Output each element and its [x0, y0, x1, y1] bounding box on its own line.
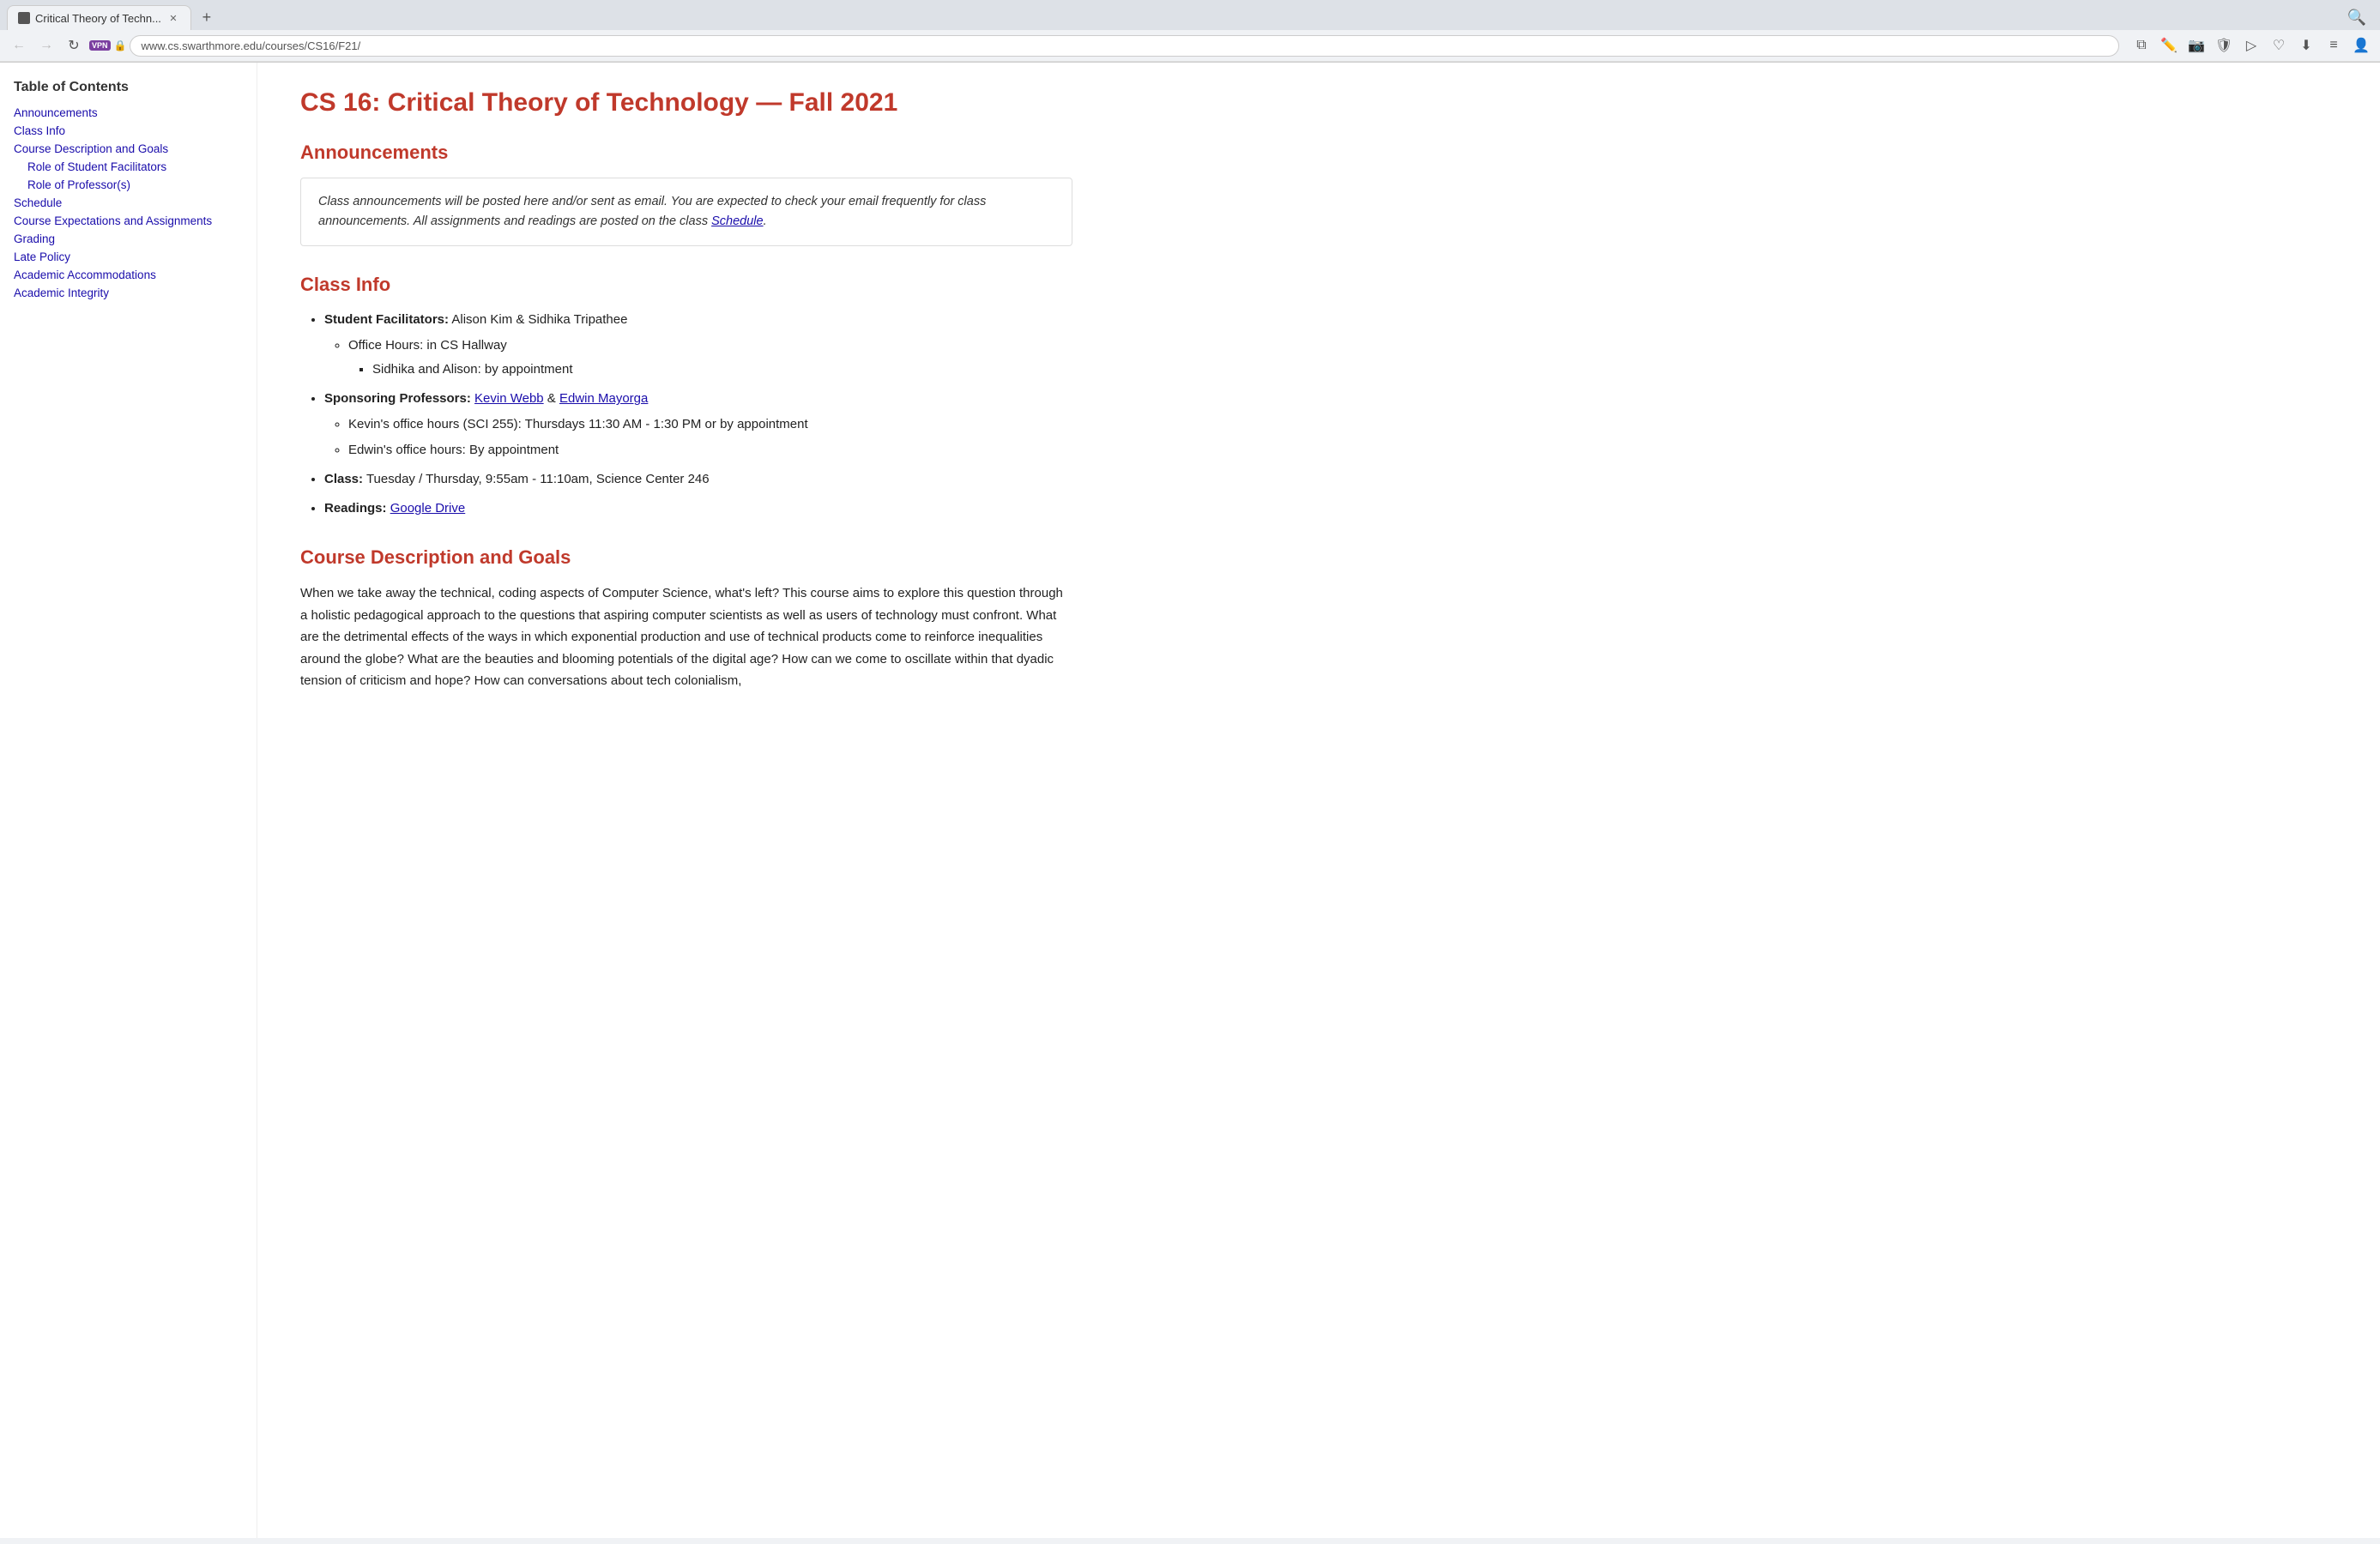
readings-label: Readings: [324, 501, 387, 516]
page-layout: Table of Contents Announcements Class In… [0, 63, 2380, 1538]
class-item: Class: Tuesday / Thursday, 9:55am - 11:1… [324, 469, 1072, 490]
play-icon[interactable]: ▷ [2239, 33, 2263, 57]
kevin-hours-item: Kevin's office hours (SCI 255): Thursday… [348, 414, 1072, 435]
coursedesc-heading: Course Description and Goals [300, 546, 1072, 569]
nav-bar: ← → ↻ VPN 🔒 www.cs.swarthmore.edu/course… [0, 30, 2380, 62]
toc-item-coursedesc[interactable]: Course Description and Goals Role of Stu… [14, 142, 243, 192]
tab-favicon [18, 12, 30, 24]
toc-link-schedule[interactable]: Schedule [14, 196, 62, 209]
camera-icon[interactable]: 📷 [2184, 33, 2208, 57]
classinfo-section: Class Info Student Facilitators: Alison … [300, 274, 1072, 519]
toc-item-rolestudent[interactable]: Role of Student Facilitators [27, 160, 243, 174]
classinfo-heading: Class Info [300, 274, 1072, 296]
split-view-icon[interactable]: ⧉ [2129, 33, 2153, 57]
toc-item-announcements[interactable]: Announcements [14, 106, 243, 120]
edit-icon[interactable]: ✏️ [2157, 33, 2181, 57]
toc-link-latepolicy[interactable]: Late Policy [14, 250, 70, 263]
toc-link-integrity[interactable]: Academic Integrity [14, 286, 109, 299]
tab-close-button[interactable]: ✕ [166, 11, 180, 25]
toc-list: Announcements Class Info Course Descript… [14, 106, 243, 300]
search-icon[interactable]: 🔍 [2341, 5, 2373, 30]
page-title: CS 16: Critical Theory of Technology — F… [300, 88, 1072, 118]
professors-sub-list: Kevin's office hours (SCI 255): Thursday… [324, 414, 1072, 461]
readings-value: Google Drive [390, 501, 466, 516]
coursedesc-text: When we take away the technical, coding … [300, 582, 1072, 692]
main-content: CS 16: Critical Theory of Technology — F… [257, 63, 1115, 1538]
edwin-hours-item: Edwin's office hours: By appointment [348, 440, 1072, 461]
address-text: www.cs.swarthmore.edu/courses/CS16/F21/ [141, 39, 360, 52]
google-drive-link[interactable]: Google Drive [390, 501, 466, 516]
readings-item: Readings: Google Drive [324, 498, 1072, 519]
kevin-webb-link[interactable]: Kevin Webb [474, 391, 544, 406]
toc-link-roleprof[interactable]: Role of Professor(s) [27, 178, 130, 191]
appt-item: Sidhika and Alison: by appointment [372, 359, 1072, 380]
lock-icon: 🔒 [114, 39, 127, 51]
facilitators-item: Student Facilitators: Alison Kim & Sidhi… [324, 310, 1072, 380]
announcement-text-before: Class announcements will be posted here … [318, 195, 986, 228]
toc-item-expectations[interactable]: Course Expectations and Assignments [14, 214, 243, 228]
announcement-text-after: . [764, 214, 767, 228]
nav-actions: ⧉ ✏️ 📷 🛡 ▷ ♡ ⬇ ≡ 👤 [2129, 33, 2373, 57]
facilitators-label: Student Facilitators: [324, 312, 449, 327]
toc-link-announcements[interactable]: Announcements [14, 106, 98, 119]
shield-icon[interactable]: 🛡 [2212, 33, 2236, 57]
announcements-heading: Announcements [300, 142, 1072, 164]
download-icon[interactable]: ⬇ [2294, 33, 2318, 57]
toc-item-roleprof[interactable]: Role of Professor(s) [27, 178, 243, 192]
reload-button[interactable]: ↻ [62, 33, 86, 57]
class-value: Tuesday / Thursday, 9:55am - 11:10am, Sc… [366, 472, 710, 486]
toc-title: Table of Contents [14, 80, 243, 95]
toc-item-latepolicy[interactable]: Late Policy [14, 250, 243, 264]
class-label: Class: [324, 472, 363, 486]
address-domain: www.cs.swarthmore.edu/courses/CS16/F21/ [141, 39, 360, 52]
forward-button[interactable]: → [34, 33, 58, 57]
facilitators-value: Alison Kim & Sidhika Tripathee [451, 312, 627, 327]
coursedesc-section: Course Description and Goals When we tak… [300, 546, 1072, 692]
edwin-mayorga-link[interactable]: Edwin Mayorga [559, 391, 648, 406]
sidebar: Table of Contents Announcements Class In… [0, 63, 257, 1538]
announcements-section: Announcements Class announcements will b… [300, 142, 1072, 246]
toc-link-grading[interactable]: Grading [14, 232, 55, 245]
tab-bar: Critical Theory of Techn... ✕ + 🔍 [0, 0, 2380, 30]
office-hours-text: Office Hours: in CS Hallway [348, 338, 507, 353]
toc-link-expectations[interactable]: Course Expectations and Assignments [14, 214, 212, 227]
office-hours-item: Office Hours: in CS Hallway Sidhika and … [348, 335, 1072, 380]
announcement-box: Class announcements will be posted here … [300, 178, 1072, 246]
professors-value: Kevin Webb & Edwin Mayorga [474, 391, 648, 406]
toc-sub-list: Role of Student Facilitators Role of Pro… [14, 160, 243, 192]
professors-label: Sponsoring Professors: [324, 391, 471, 406]
classinfo-list: Student Facilitators: Alison Kim & Sidhi… [300, 310, 1072, 519]
toc-link-coursedesc[interactable]: Course Description and Goals [14, 142, 168, 155]
profile-icon[interactable]: 👤 [2349, 33, 2373, 57]
tab-title: Critical Theory of Techn... [35, 12, 161, 25]
toc-link-rolestudent[interactable]: Role of Student Facilitators [27, 160, 166, 173]
appt-list: Sidhika and Alison: by appointment [348, 359, 1072, 380]
toc-item-classinfo[interactable]: Class Info [14, 124, 243, 138]
address-bar[interactable]: www.cs.swarthmore.edu/courses/CS16/F21/ [130, 35, 2119, 57]
toc-item-schedule[interactable]: Schedule [14, 196, 243, 210]
menu-icon[interactable]: ≡ [2322, 33, 2346, 57]
browser-chrome: Critical Theory of Techn... ✕ + 🔍 ← → ↻ … [0, 0, 2380, 63]
schedule-link[interactable]: Schedule [711, 214, 763, 228]
professors-item: Sponsoring Professors: Kevin Webb & Edwi… [324, 389, 1072, 461]
back-button[interactable]: ← [7, 33, 31, 57]
facilitators-sub-list: Office Hours: in CS Hallway Sidhika and … [324, 335, 1072, 380]
new-tab-button[interactable]: + [195, 6, 219, 30]
browser-tab-active[interactable]: Critical Theory of Techn... ✕ [7, 5, 191, 30]
toc-link-classinfo[interactable]: Class Info [14, 124, 65, 137]
toc-link-accommodations[interactable]: Academic Accommodations [14, 268, 156, 281]
heart-icon[interactable]: ♡ [2267, 33, 2291, 57]
toc-item-grading[interactable]: Grading [14, 232, 243, 246]
toc-item-integrity[interactable]: Academic Integrity [14, 286, 243, 300]
vpn-badge: VPN [89, 40, 111, 51]
toc-item-accommodations[interactable]: Academic Accommodations [14, 268, 243, 282]
